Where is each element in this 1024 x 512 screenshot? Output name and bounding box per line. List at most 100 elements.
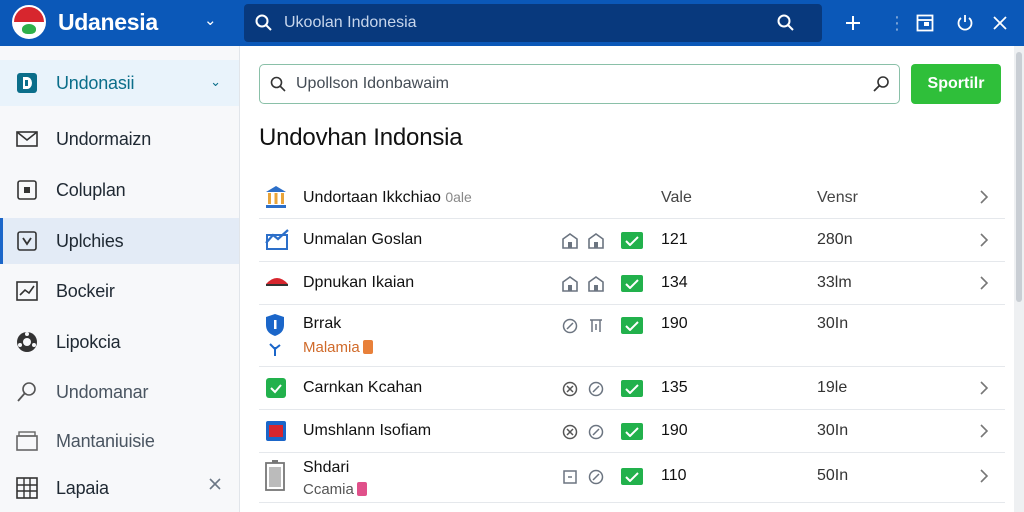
check-icon[interactable] [621, 232, 643, 249]
row-value: 121 [661, 231, 688, 248]
chevron-right-icon[interactable] [977, 276, 991, 290]
column-header-name[interactable]: Undortaan Ikkchiao 0ale [303, 189, 472, 207]
row-subtitle: Malamia [303, 339, 373, 356]
collapse-icon[interactable] [209, 477, 221, 495]
chevron-right-icon[interactable] [977, 190, 991, 204]
house-icon[interactable] [587, 232, 605, 250]
power-icon [957, 15, 973, 31]
table-row[interactable]: Umshlann Isofiam 190 30In [259, 410, 1005, 453]
search-icon [260, 76, 296, 92]
chevron-down-icon[interactable]: ⌄ [210, 74, 221, 90]
scrollbar[interactable] [1014, 46, 1024, 512]
row-version: 19le [817, 379, 848, 396]
chevron-right-icon[interactable] [977, 233, 991, 247]
grid-icon [14, 475, 40, 501]
house-icon[interactable] [561, 232, 579, 250]
close-button[interactable] [985, 8, 1015, 38]
column-header-value[interactable]: Vale [661, 189, 692, 207]
search-input[interactable] [296, 75, 863, 93]
x-circle-icon[interactable] [561, 423, 579, 441]
sidebar-item-undormaizn[interactable]: Undormaizn [0, 116, 239, 162]
row-actions [561, 468, 605, 486]
search-button[interactable]: Sportilr [911, 64, 1001, 104]
search-icon [244, 14, 284, 32]
search-submit-icon[interactable] [766, 14, 806, 32]
sidebar-item-label: Undormaizn [56, 128, 152, 149]
plus-icon [846, 16, 860, 30]
sidebar-item-uplchies[interactable]: Uplchies [0, 218, 239, 264]
row-version: 30In [817, 315, 849, 332]
row-actions [561, 380, 605, 398]
check-icon[interactable] [621, 380, 643, 397]
sidebar-item-label: Coluplan [56, 179, 126, 200]
sidebar: Undonasii ⌄ Undormaizn Coluplan Uplchies… [0, 46, 240, 512]
row-name: Dpnukan Ikaian [303, 274, 415, 291]
row-name: Carnkan Kcahan [303, 379, 423, 396]
search-submit-icon[interactable] [863, 75, 899, 93]
chevron-right-icon[interactable] [977, 424, 991, 438]
window-icon [916, 14, 934, 32]
check-icon[interactable] [621, 468, 643, 485]
folder-icon [14, 428, 40, 454]
add-button[interactable] [838, 8, 868, 38]
row-subtitle: Ccamia [303, 481, 367, 498]
check-icon[interactable] [621, 317, 643, 334]
house-icon[interactable] [587, 275, 605, 293]
page-title: Undovhan Indonsia [259, 124, 463, 151]
sidebar-item-coluplan[interactable]: Coluplan [0, 167, 239, 213]
table-row[interactable]: Shdari Ccamia 110 50In [259, 453, 1005, 503]
sidebar-item-bockeir[interactable]: Bockeir [0, 268, 239, 314]
circle-slash-icon[interactable] [587, 423, 605, 441]
check-icon[interactable] [621, 275, 643, 292]
scroll-thumb[interactable] [1016, 52, 1022, 302]
row-value: 190 [661, 422, 688, 439]
row-value: 135 [661, 379, 688, 396]
sidebar-item-lipokcia[interactable]: Lipokcia [0, 319, 239, 365]
mail-icon [14, 126, 40, 152]
check-icon[interactable] [621, 423, 643, 440]
chevron-right-icon[interactable] [977, 381, 991, 395]
app-title: Udanesia [58, 8, 158, 35]
refresh-button[interactable] [950, 8, 980, 38]
row-name: Shdari [303, 459, 350, 476]
top-bar: Udanesia ⌄ Ukoolan Indonesia ⋮ [0, 0, 1024, 46]
row-version: 30In [817, 422, 849, 439]
window-button[interactable] [910, 8, 940, 38]
table-row[interactable]: Unmalan Goslan 121 280n [259, 219, 1005, 262]
circle-slash-icon[interactable] [587, 468, 605, 486]
sidebar-item-undonasii[interactable]: Undonasii ⌄ [0, 60, 239, 106]
chevron-right-icon[interactable] [977, 469, 991, 483]
flag-logo-icon [12, 5, 46, 39]
sidebar-item-label: Undonasii [56, 72, 135, 93]
circle-slash-icon[interactable] [561, 317, 579, 335]
brand[interactable]: Udanesia [12, 5, 158, 39]
row-name: Unmalan Goslan [303, 231, 423, 248]
box-icon[interactable] [561, 468, 579, 486]
column-header-version[interactable]: Vensr [817, 189, 858, 207]
sidebar-item-undomanar[interactable]: Undomanar [0, 369, 239, 415]
green-box-icon [265, 377, 289, 401]
sidebar-item-lapaia[interactable]: Lapaia [0, 465, 239, 511]
sidebar-item-label: Uplchies [56, 230, 124, 251]
chevron-down-icon[interactable]: ⌄ [204, 11, 217, 29]
box-icon[interactable] [587, 317, 605, 335]
d-logo-icon [14, 70, 40, 96]
search-field[interactable] [259, 64, 900, 104]
table-row[interactable]: Carnkan Kcahan 135 19le [259, 367, 1005, 410]
house-icon[interactable] [561, 275, 579, 293]
red-box-icon [265, 420, 289, 444]
row-name: Brrak [303, 315, 342, 332]
circle-slash-icon[interactable] [587, 380, 605, 398]
row-version: 280n [817, 231, 853, 248]
separator-icon: ⋮ [888, 12, 906, 33]
sidebar-item-mantaniuisie[interactable]: Mantaniuisie [0, 418, 239, 464]
sidebar-item-label: Lapaia [56, 477, 109, 498]
table-row[interactable]: Brrak Malamia 190 30In [259, 305, 1005, 367]
top-search-bar[interactable]: Ukoolan Indonesia [244, 4, 822, 42]
row-version: 33lm [817, 274, 852, 291]
table-row[interactable]: Dpnukan Ikaian 134 33lm [259, 262, 1005, 305]
row-actions [561, 275, 605, 293]
x-circle-icon[interactable] [561, 380, 579, 398]
cap-icon [265, 272, 289, 296]
row-value: 190 [661, 315, 688, 332]
